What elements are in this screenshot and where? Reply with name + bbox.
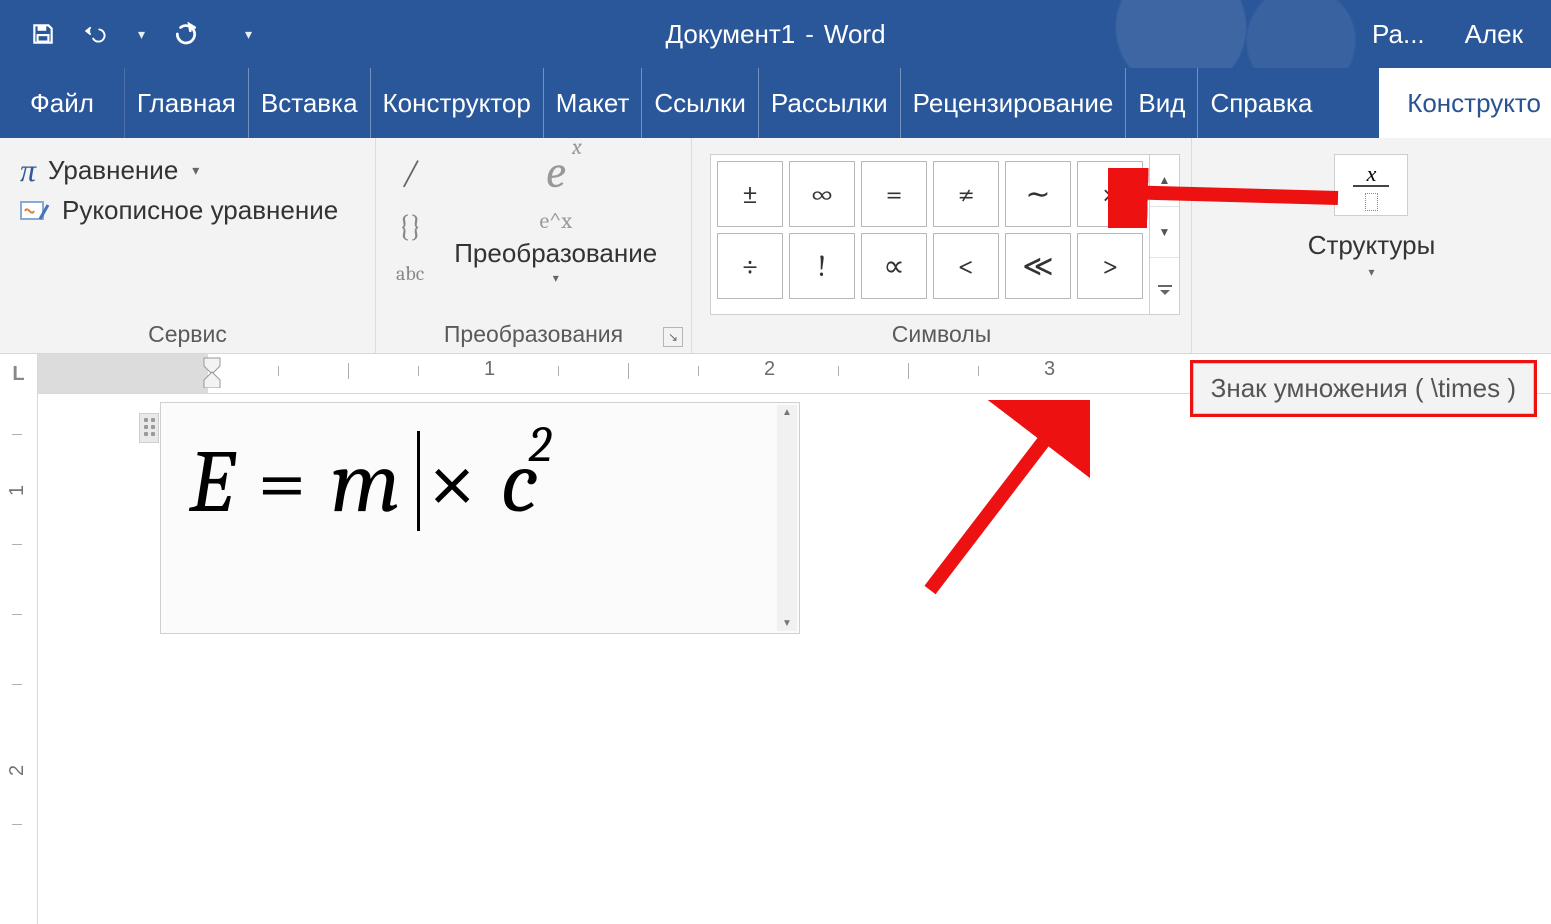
symbol-tilde[interactable]: ∼ xyxy=(1005,161,1071,227)
tab-design[interactable]: Конструктор xyxy=(371,68,544,138)
tab-layout[interactable]: Макет xyxy=(544,68,643,138)
vruler-mark-1: 1 xyxy=(6,485,29,496)
equation-handle-icon[interactable] xyxy=(139,413,159,443)
document-name: Документ1 xyxy=(665,19,795,50)
tab-equation-design[interactable]: Конструкто xyxy=(1379,68,1551,138)
symbol-gallery-scroll: ▲ ▼ xyxy=(1149,155,1179,314)
ruler-mark-1: 1 xyxy=(484,358,495,381)
group-structures: x Структуры ▾ xyxy=(1192,138,1551,353)
ink-equation-label: Рукописное уравнение xyxy=(62,195,338,226)
group-conversions-label: Преобразования xyxy=(444,321,623,348)
vertical-ruler[interactable]: 1 2 xyxy=(0,394,38,924)
title-separator: - xyxy=(805,19,814,50)
tab-references[interactable]: Ссылки xyxy=(642,68,759,138)
scroll-up-icon[interactable]: ▲ xyxy=(782,407,792,418)
equation-scrollbar[interactable]: ▲ ▼ xyxy=(777,405,797,631)
group-tools-label: Сервис xyxy=(148,321,227,348)
text-cursor xyxy=(417,431,420,531)
group-symbols-label: Символы xyxy=(892,321,991,348)
quick-access-toolbar: ▾ ▾ xyxy=(0,21,252,47)
eq-sup-2: 2 xyxy=(529,416,552,474)
group-conversions: / {} abc ex e^x Преобразование ▾ Преобра… xyxy=(376,138,692,353)
symbol-times[interactable]: × xyxy=(1077,161,1143,227)
eq-times: × xyxy=(428,432,477,533)
convert-icon: ex xyxy=(546,146,566,199)
group-tools: π Уравнение ▾ Рукописное уравнение Серви… xyxy=(0,138,376,353)
structures-button[interactable]: x Структуры ▾ xyxy=(1308,148,1436,315)
eq-var-e: E xyxy=(189,432,234,533)
symbol-factorial[interactable]: ! xyxy=(789,233,855,299)
tab-help[interactable]: Справка xyxy=(1198,68,1324,138)
qat-customize-caret[interactable]: ▾ xyxy=(245,26,252,43)
ruler-mark-3: 3 xyxy=(1044,358,1055,381)
convert-caption: Преобразование xyxy=(454,238,657,269)
ruler-corner-icon[interactable]: L xyxy=(0,354,38,394)
gallery-scroll-up-icon[interactable]: ▲ xyxy=(1150,155,1179,207)
equation-button[interactable]: π Уравнение ▾ xyxy=(20,152,338,189)
symbol-not-equal[interactable]: ≠ xyxy=(933,161,999,227)
structures-caption: Структуры xyxy=(1308,230,1436,261)
gallery-scroll-down-icon[interactable]: ▼ xyxy=(1150,207,1179,259)
equation-box[interactable]: E = m × c2 ▲ ▼ xyxy=(160,402,800,634)
fraction-icon: x xyxy=(1334,154,1408,216)
ribbon: π Уравнение ▾ Рукописное уравнение Серви… xyxy=(0,138,1551,354)
pi-icon: π xyxy=(20,152,36,189)
ink-equation-icon xyxy=(20,199,50,223)
convert-button[interactable]: ex e^x Преобразование ▾ xyxy=(454,148,657,315)
equation-dropdown-caret[interactable]: ▾ xyxy=(192,162,199,179)
symbol-greater-than[interactable]: > xyxy=(1077,233,1143,299)
equation-content[interactable]: E = m × c2 xyxy=(189,411,552,533)
undo-dropdown-caret[interactable]: ▾ xyxy=(138,26,145,43)
save-icon[interactable] xyxy=(30,21,56,47)
symbol-equals[interactable]: = xyxy=(861,161,927,227)
convert-dropdown-caret[interactable]: ▾ xyxy=(553,271,559,285)
tab-file[interactable]: Файл xyxy=(0,68,125,138)
structures-dropdown-caret[interactable]: ▾ xyxy=(1368,265,1374,279)
conversions-launcher-icon[interactable]: ↘ xyxy=(663,327,683,347)
symbol-plus-minus[interactable]: ± xyxy=(717,161,783,227)
gallery-more-icon[interactable] xyxy=(1150,258,1179,314)
equation-label: Уравнение xyxy=(48,155,178,186)
eq-var-m: m xyxy=(330,432,400,533)
window-title: Документ1 - Word xyxy=(665,19,885,50)
symbol-tooltip: Знак умножения ( \times ) xyxy=(1190,360,1537,417)
group-symbols: ± ∞ = ≠ ∼ × ÷ ! ∝ < ≪ > ▲ ▼ xyxy=(692,138,1192,353)
account-name[interactable]: Алек xyxy=(1465,19,1523,50)
eq-equals: = xyxy=(258,432,307,533)
symbol-divide[interactable]: ÷ xyxy=(717,233,783,299)
symbol-gallery: ± ∞ = ≠ ∼ × ÷ ! ∝ < ≪ > ▲ ▼ xyxy=(710,154,1180,315)
tab-home[interactable]: Главная xyxy=(125,68,249,138)
symbol-less-than[interactable]: < xyxy=(933,233,999,299)
undo-icon[interactable] xyxy=(84,21,110,47)
tab-review[interactable]: Рецензирование xyxy=(901,68,1127,138)
ruler-mark-2: 2 xyxy=(764,358,775,381)
text-format-icon[interactable]: abc xyxy=(396,262,424,285)
app-name: Word xyxy=(824,19,886,50)
tooltip-text: Знак умножения ( \times ) xyxy=(1211,373,1516,403)
linear-format-icon[interactable]: {} xyxy=(399,209,422,244)
ink-equation-button[interactable]: Рукописное уравнение xyxy=(20,195,338,226)
tab-view[interactable]: Вид xyxy=(1126,68,1198,138)
redo-icon[interactable] xyxy=(173,21,199,47)
symbol-proportional[interactable]: ∝ xyxy=(861,233,927,299)
ribbon-tabs: Файл Главная Вставка Конструктор Макет С… xyxy=(0,68,1551,138)
document-area: 1 2 E = m × c2 ▲ ▼ xyxy=(0,394,1551,924)
vruler-mark-2: 2 xyxy=(6,765,29,776)
symbol-much-less[interactable]: ≪ xyxy=(1005,233,1071,299)
decorative-bg xyxy=(1091,0,1391,68)
symbol-infinity[interactable]: ∞ xyxy=(789,161,855,227)
scroll-down-icon[interactable]: ▼ xyxy=(782,618,792,629)
convert-icon-sub: e^x xyxy=(539,208,572,234)
professional-format-icon[interactable]: / xyxy=(403,154,418,191)
tab-mailings[interactable]: Рассылки xyxy=(759,68,901,138)
page[interactable]: E = m × c2 ▲ ▼ xyxy=(38,394,1551,924)
tab-insert[interactable]: Вставка xyxy=(249,68,371,138)
titlebar: ▾ ▾ Документ1 - Word Ра... Алек xyxy=(0,0,1551,68)
